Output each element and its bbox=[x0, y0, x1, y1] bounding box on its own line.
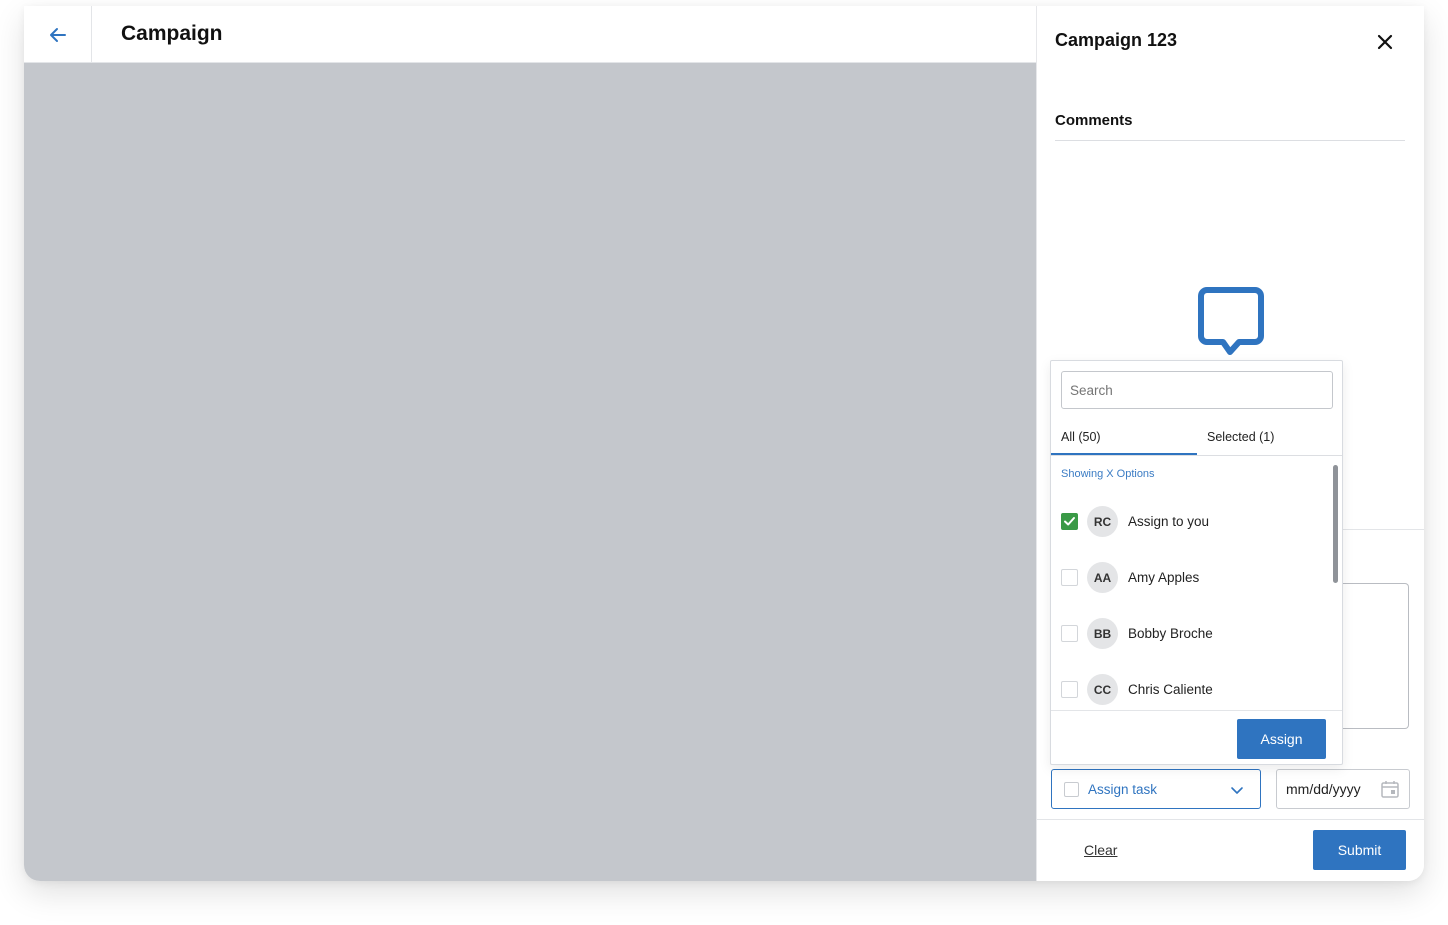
checkmark-icon bbox=[1064, 517, 1075, 526]
close-icon bbox=[1377, 34, 1393, 50]
page-title: Campaign bbox=[121, 22, 223, 45]
list-item[interactable]: RC Assign to you bbox=[1051, 497, 1331, 553]
panel-divider bbox=[1343, 529, 1424, 530]
search-input[interactable] bbox=[1061, 371, 1333, 409]
list-item[interactable]: CC Chris Caliente bbox=[1051, 665, 1331, 721]
avatar: RC bbox=[1087, 506, 1118, 537]
close-button[interactable] bbox=[1374, 31, 1396, 53]
comment-icon bbox=[1198, 287, 1264, 355]
assign-task-select[interactable]: Assign task bbox=[1051, 769, 1261, 809]
calendar-icon[interactable] bbox=[1380, 779, 1400, 799]
option-name: Amy Apples bbox=[1128, 570, 1200, 585]
back-arrow-icon bbox=[49, 27, 66, 42]
scrollbar-thumb[interactable] bbox=[1333, 465, 1338, 583]
avatar: BB bbox=[1087, 618, 1118, 649]
avatar: CC bbox=[1087, 674, 1118, 705]
chevron-down-icon bbox=[1231, 787, 1243, 794]
due-date-input[interactable]: mm/dd/yyyy bbox=[1276, 769, 1410, 809]
main-content-overlay bbox=[24, 63, 1036, 881]
back-button[interactable] bbox=[24, 6, 92, 63]
option-name: Chris Caliente bbox=[1128, 682, 1213, 697]
list-item[interactable]: BB Bobby Broche bbox=[1051, 609, 1331, 665]
option-name: Assign to you bbox=[1128, 514, 1210, 529]
assign-task-label: Assign task bbox=[1088, 782, 1158, 797]
option-checkbox[interactable] bbox=[1061, 569, 1078, 586]
avatar: AA bbox=[1087, 562, 1118, 593]
list-item[interactable]: AA Amy Apples bbox=[1051, 553, 1331, 609]
submit-button[interactable]: Submit bbox=[1313, 830, 1406, 870]
option-checkbox[interactable] bbox=[1061, 625, 1078, 642]
assign-button[interactable]: Assign bbox=[1237, 719, 1326, 759]
dropdown-footer-divider bbox=[1051, 710, 1342, 711]
tab-comments[interactable]: Comments bbox=[1055, 112, 1133, 129]
footer-divider bbox=[1037, 819, 1424, 820]
option-checkbox[interactable] bbox=[1061, 513, 1078, 530]
clear-button[interactable]: Clear bbox=[1084, 842, 1117, 858]
tab-selected[interactable]: Selected (1) bbox=[1207, 430, 1274, 444]
option-checkbox[interactable] bbox=[1061, 681, 1078, 698]
tab-divider bbox=[1051, 455, 1342, 456]
assign-task-checkbox[interactable] bbox=[1064, 782, 1079, 797]
top-bar: Campaign bbox=[24, 6, 1036, 63]
comment-textarea[interactable] bbox=[1343, 583, 1409, 729]
tab-all[interactable]: All (50) bbox=[1061, 430, 1101, 444]
tab-divider bbox=[1055, 140, 1405, 141]
date-placeholder: mm/dd/yyyy bbox=[1286, 781, 1361, 797]
panel-title: Campaign 123 bbox=[1055, 30, 1178, 50]
assignee-dropdown: All (50) Selected (1) Showing X Options … bbox=[1050, 360, 1343, 765]
option-name: Bobby Broche bbox=[1128, 626, 1213, 641]
showing-count-text: Showing X Options bbox=[1061, 468, 1155, 480]
